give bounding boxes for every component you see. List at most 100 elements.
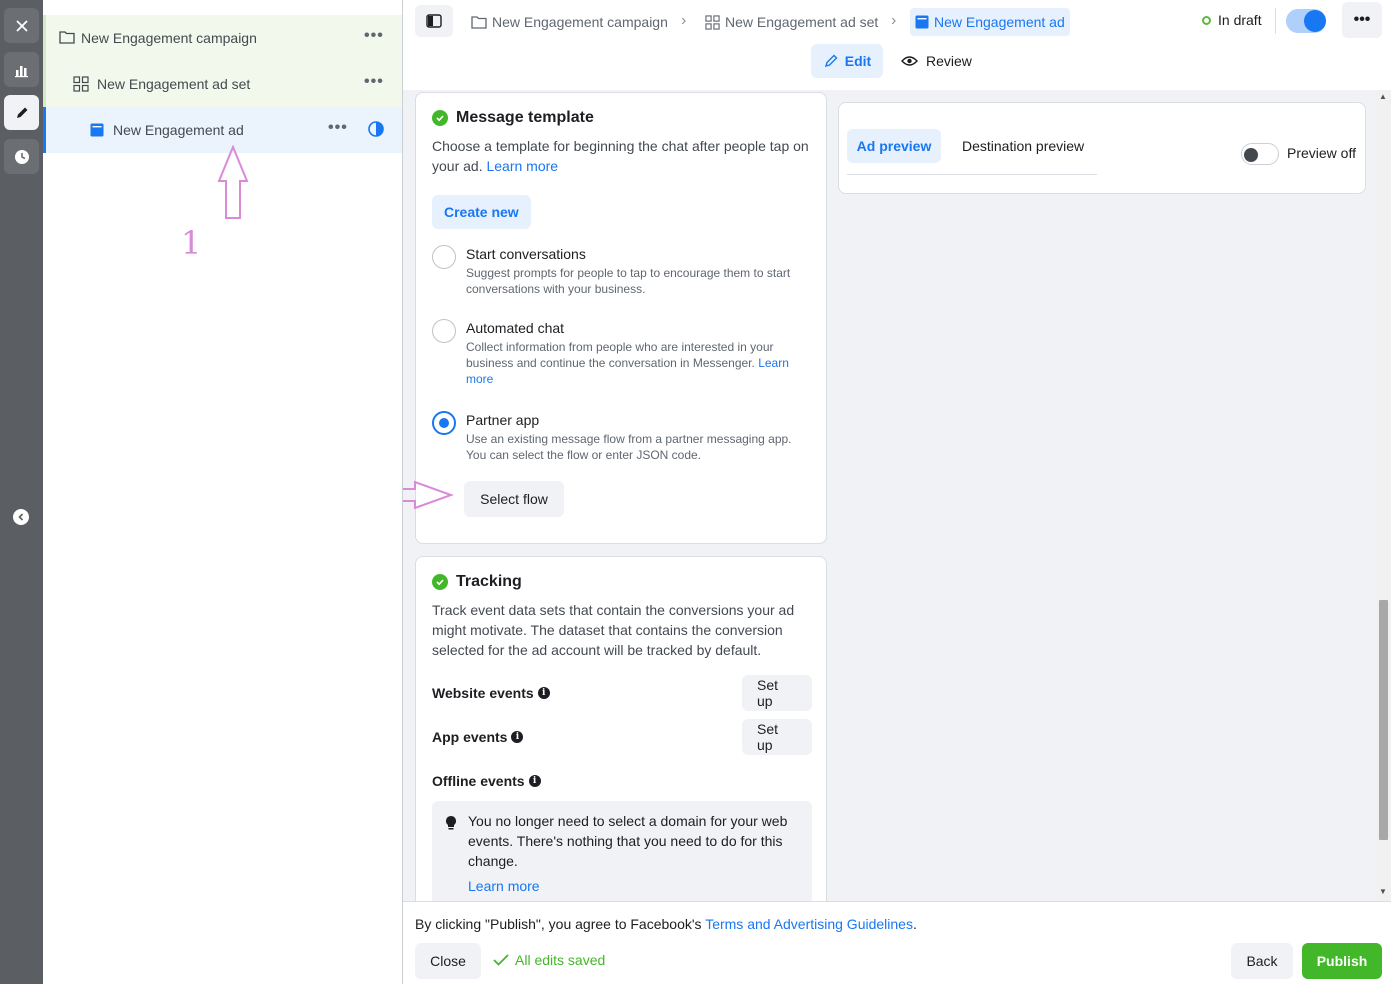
option-automated-chat[interactable]: Automated chat Collect information from … <box>432 319 802 387</box>
radio-partner-app[interactable] <box>432 411 456 435</box>
breadcrumb-ad-label: New Engagement ad <box>934 14 1065 30</box>
tabs-underline <box>847 174 1097 175</box>
message-template-card: Message template Choose a template for b… <box>415 92 827 544</box>
adset-more-icon[interactable]: ••• <box>364 73 384 91</box>
option-title: Partner app <box>466 412 540 428</box>
scroll-up-icon[interactable]: ▲ <box>1379 92 1387 101</box>
chart-icon[interactable] <box>4 52 39 87</box>
campaign-more-icon[interactable]: ••• <box>364 27 384 45</box>
breadcrumb-campaign[interactable]: New Engagement campaign <box>471 8 668 36</box>
half-circle-status-icon <box>368 121 384 137</box>
chevron-right-icon: › <box>891 12 897 29</box>
draft-status-label: In draft <box>1218 12 1262 28</box>
breadcrumb-campaign-label: New Engagement campaign <box>492 14 668 30</box>
option-desc: Use an existing message flow from a part… <box>466 432 792 462</box>
offline-events-text: Offline events <box>432 773 525 789</box>
option-desc-text: Collect information from people who are … <box>466 340 774 370</box>
terms-link[interactable]: Terms and Advertising Guidelines <box>705 916 913 932</box>
create-new-button[interactable]: Create new <box>432 195 531 229</box>
check-circle-icon <box>432 110 448 126</box>
preview-card: Ad preview Destination preview Preview o… <box>838 102 1366 194</box>
website-events-row: Website events i Set up <box>432 675 812 711</box>
back-button[interactable]: Back <box>1231 943 1293 979</box>
saved-status: All edits saved <box>493 952 605 968</box>
domain-notice-text: You no longer need to select a domain fo… <box>468 813 788 869</box>
info-icon[interactable]: i <box>537 687 550 699</box>
domain-notice-learn-more-link[interactable]: Learn more <box>468 876 540 896</box>
ad-icon <box>915 15 929 29</box>
chevron-right-icon: › <box>681 12 687 29</box>
tracking-title: Tracking <box>456 573 522 590</box>
tree-item-adset[interactable]: New Engagement ad set ••• <box>43 61 402 107</box>
close-icon[interactable] <box>4 8 39 43</box>
terms-text: By clicking "Publish", you agree to Face… <box>415 916 917 932</box>
tab-edit[interactable]: Edit <box>811 44 883 78</box>
ad-icon <box>90 123 104 137</box>
tab-review[interactable]: Review <box>901 44 972 78</box>
annotation-arrow-right-icon <box>403 480 454 510</box>
publish-button[interactable]: Publish <box>1302 943 1382 979</box>
website-events-setup-button[interactable]: Set up <box>742 675 812 711</box>
message-template-description: Choose a template for beginning the chat… <box>432 136 817 176</box>
folder-icon <box>471 16 487 29</box>
learn-more-link[interactable]: Learn more <box>486 158 558 174</box>
tracking-card: Tracking Track event data sets that cont… <box>415 556 827 901</box>
breadcrumb-ad[interactable]: New Engagement ad <box>910 8 1070 36</box>
sidebar-toggle-icon[interactable] <box>415 5 453 37</box>
annotation-arrow-up-icon <box>217 145 249 219</box>
radio-automated-chat[interactable] <box>432 319 456 343</box>
divider <box>1275 8 1276 34</box>
ad-preview-tab[interactable]: Ad preview <box>847 129 941 163</box>
annotation-label-1: 1 <box>181 224 202 262</box>
campaign-tree-panel: New Engagement campaign ••• New Engageme… <box>43 0 403 984</box>
collapse-left-icon[interactable] <box>13 509 29 525</box>
close-button[interactable]: Close <box>415 943 481 979</box>
scroll-down-icon[interactable]: ▼ <box>1379 887 1387 896</box>
info-icon[interactable]: i <box>528 775 541 787</box>
editor-content: Message template Choose a template for b… <box>403 90 1391 901</box>
app-events-text: App events <box>432 729 508 745</box>
app-events-label: App events i <box>432 729 524 745</box>
preview-toggle-label: Preview off <box>1287 145 1356 161</box>
message-template-heading: Message template <box>432 109 594 127</box>
domain-notice: You no longer need to select a domain fo… <box>432 801 812 901</box>
more-options-button[interactable]: ••• <box>1342 2 1382 38</box>
scrollbar-thumb[interactable] <box>1379 600 1388 840</box>
destination-preview-tab[interactable]: Destination preview <box>962 129 1084 163</box>
top-bar: New Engagement campaign › New Engagement… <box>403 0 1391 90</box>
breadcrumb-adset[interactable]: New Engagement ad set <box>705 8 878 36</box>
eye-icon <box>901 56 918 66</box>
terms-prefix: By clicking "Publish", you agree to Face… <box>415 916 702 932</box>
website-events-text: Website events <box>432 685 534 701</box>
saved-status-label: All edits saved <box>515 952 606 968</box>
select-flow-button[interactable]: Select flow <box>464 481 564 517</box>
clock-icon[interactable] <box>4 139 39 174</box>
tab-edit-label: Edit <box>844 53 872 69</box>
tracking-heading: Tracking <box>432 573 522 591</box>
toggle-knob <box>1304 10 1326 32</box>
info-icon[interactable]: i <box>511 731 524 743</box>
option-title: Start conversations <box>466 246 586 262</box>
ad-more-icon[interactable]: ••• <box>328 119 348 137</box>
left-rail <box>0 0 43 984</box>
radio-selected-dot <box>439 418 449 428</box>
radio-start-conversations[interactable] <box>432 245 456 269</box>
tree-adset-label: New Engagement ad set <box>97 76 251 92</box>
app-events-row: App events i Set up <box>432 719 812 755</box>
grid-icon <box>73 76 89 92</box>
tree-item-campaign[interactable]: New Engagement campaign ••• <box>43 15 402 61</box>
grid-icon <box>705 14 720 30</box>
folder-icon <box>59 31 75 44</box>
draft-status: In draft <box>1202 12 1262 28</box>
option-start-conversations[interactable]: Start conversations Suggest prompts for … <box>432 245 802 297</box>
website-events-label: Website events i <box>432 685 550 701</box>
offline-events-label: Offline events i <box>432 773 541 789</box>
pencil-icon[interactable] <box>4 95 39 130</box>
tracking-description: Track event data sets that contain the c… <box>432 602 795 658</box>
breadcrumb-adset-label: New Engagement ad set <box>725 14 879 30</box>
option-partner-app[interactable]: Partner app Use an existing message flow… <box>432 411 802 463</box>
terms-period: . <box>912 916 917 932</box>
check-icon <box>493 954 509 966</box>
footer-bar: By clicking "Publish", you agree to Face… <box>403 901 1391 984</box>
app-events-setup-button[interactable]: Set up <box>742 719 812 755</box>
